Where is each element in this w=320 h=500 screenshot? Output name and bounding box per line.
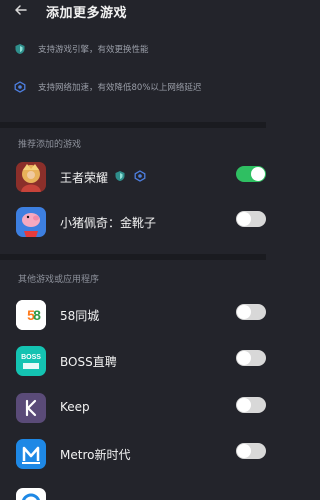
peppa-pig-icon	[16, 207, 46, 237]
info-row-engine: 支持游戏引擎，有效更换性能	[14, 40, 254, 58]
recommended-section-label: 推荐添加的游戏	[18, 140, 82, 150]
partial-app-icon	[16, 488, 46, 500]
toggle-knob	[237, 212, 251, 226]
toggle-58[interactable]	[236, 304, 266, 320]
app-row-metro[interactable]: Metro新时代	[0, 435, 266, 481]
back-arrow-icon[interactable]	[14, 3, 28, 17]
58-icon: 5 8	[16, 300, 46, 330]
network-icon	[14, 81, 26, 93]
app-name: 小猪佩奇：金靴子	[60, 216, 157, 230]
toggle-keep[interactable]	[236, 397, 266, 413]
toggle-knob	[251, 167, 265, 181]
toggle-knob	[237, 305, 251, 319]
app-name: Keep	[60, 400, 90, 414]
toggle-peppa-pig[interactable]	[236, 211, 266, 227]
shield-icon	[15, 44, 25, 54]
app-row-keep[interactable]: Keep	[0, 389, 266, 435]
other-section-label: 其他游戏或应用程序	[18, 275, 100, 285]
section-divider	[0, 122, 266, 128]
toggle-boss[interactable]	[236, 350, 266, 366]
shield-badge-icon	[115, 171, 125, 181]
info-text-engine: 支持游戏引擎，有效更换性能	[38, 45, 149, 55]
top-bar: 添加更多游戏	[0, 0, 266, 24]
honor-of-kings-icon	[16, 162, 46, 192]
boss-icon: BOSS	[16, 346, 46, 376]
keep-icon	[16, 393, 46, 423]
metro-icon	[16, 439, 46, 469]
app-row-peppa-pig[interactable]: 小猪佩奇：金靴子	[0, 203, 266, 249]
svg-text:BOSS: BOSS	[21, 354, 41, 361]
toggle-honor-of-kings[interactable]	[236, 166, 266, 182]
app-row-58[interactable]: 5 8 58同城	[0, 296, 266, 342]
toggle-metro[interactable]	[236, 443, 266, 459]
app-name: Metro新时代	[60, 448, 131, 462]
app-row-partial[interactable]	[0, 482, 266, 500]
info-row-network: 支持网络加速，有效降低80%以上网络延迟	[14, 78, 254, 96]
toggle-knob	[237, 351, 251, 365]
app-name: BOSS直聘	[60, 355, 117, 369]
app-row-honor-of-kings[interactable]: 王者荣耀	[0, 158, 266, 204]
svg-text:8: 8	[33, 307, 41, 323]
toggle-knob	[237, 444, 251, 458]
app-name: 王者荣耀	[60, 171, 109, 185]
page-title: 添加更多游戏	[46, 6, 128, 21]
app-row-boss[interactable]: BOSS BOSS直聘	[0, 342, 266, 388]
gear-badge-icon	[134, 170, 146, 182]
info-text-network: 支持网络加速，有效降低80%以上网络延迟	[38, 83, 202, 93]
section-divider	[0, 254, 266, 260]
toggle-knob	[237, 398, 251, 412]
app-name: 58同城	[60, 309, 100, 323]
